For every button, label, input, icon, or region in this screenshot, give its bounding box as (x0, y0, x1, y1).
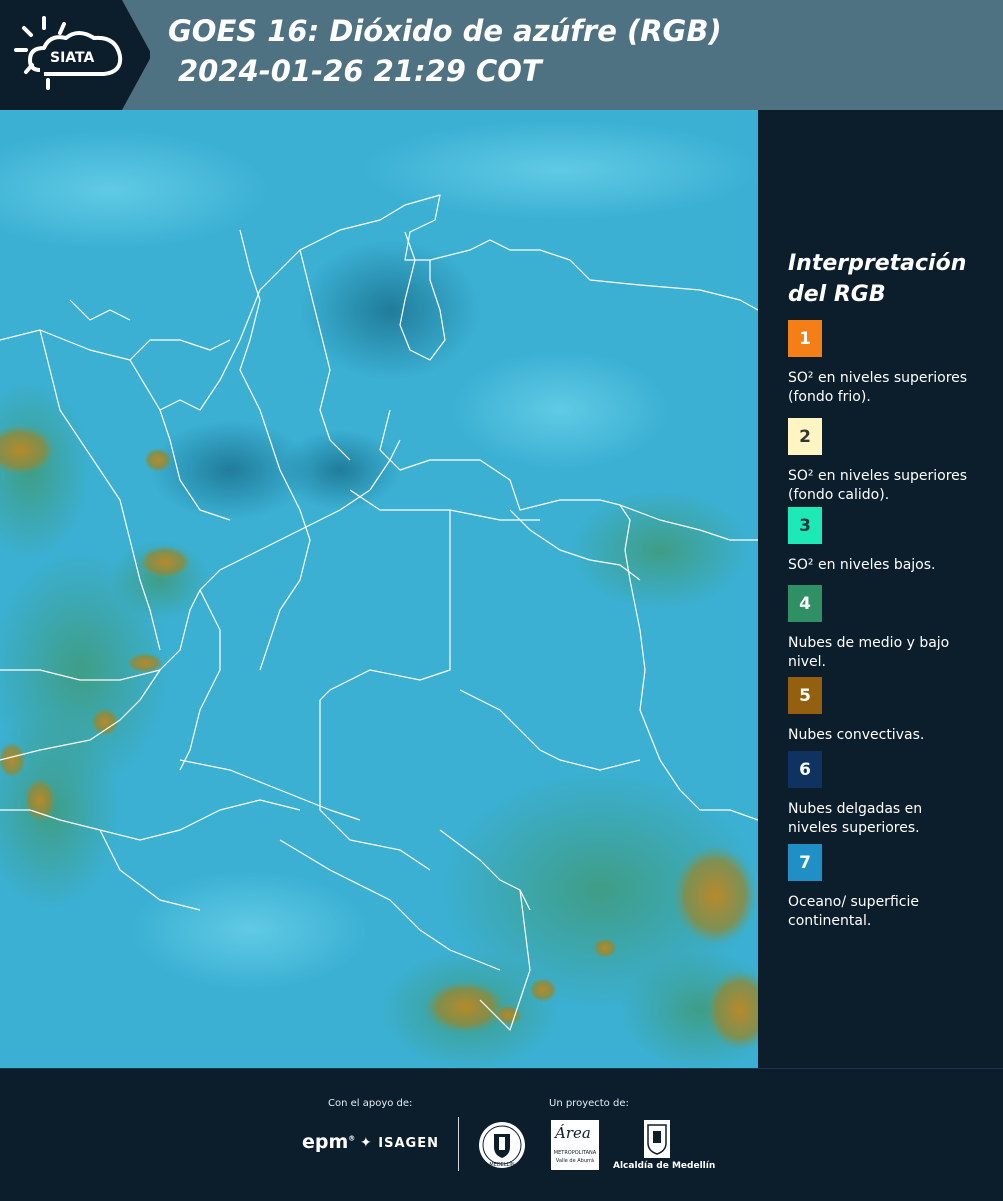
siata-logo-block: SIATA (0, 0, 150, 110)
legend-swatch: 2 (788, 418, 822, 455)
epm-logo: epm® (302, 1131, 356, 1153)
legend-panel: Interpretación del RGB 1 SO² en niveles s… (758, 110, 1003, 1068)
alcaldia-label: Alcaldía de Medellín (613, 1161, 716, 1171)
legend-label: SO² en niveles superiores (fondo frio). (788, 370, 968, 405)
legend-swatch: 4 (788, 585, 822, 622)
footer: Con el apoyo de: Un proyecto de: epm® ✦ … (0, 1068, 1003, 1201)
legend-item: 4 Nubes de medio y bajo nivel. (788, 585, 988, 672)
legend-swatch: 3 (788, 507, 822, 544)
page-timestamp: 2024-01-26 21:29 COT (178, 54, 542, 88)
legend-label: Nubes convectivas. (788, 727, 925, 743)
medellin-seal-icon: MEDELLÍN (479, 1122, 525, 1168)
legend-label: SO² en niveles superiores (fondo calido)… (788, 468, 968, 503)
area-logo-sub1: METROPOLITANA (553, 1150, 597, 1156)
legend-label: SO² en niveles bajos. (788, 557, 936, 573)
legend-swatch: 5 (788, 677, 822, 714)
page-title: GOES 16: Dióxido de azúfre (RGB) (168, 14, 722, 48)
legend-title-line2: del RGB (788, 282, 886, 307)
area-logo-text: Área (555, 1124, 591, 1142)
legend-label: Oceano/ superficie continental. (788, 894, 919, 929)
isagen-star-icon: ✦ (360, 1135, 373, 1151)
legend-item: 3 SO² en niveles bajos. (788, 507, 988, 575)
footer-divider (458, 1117, 459, 1171)
legend-item: 1 SO² en niveles superiores (fondo frio). (788, 320, 988, 407)
legend-label: Nubes delgadas en niveles superiores. (788, 801, 923, 836)
epm-logo-text: epm (302, 1131, 349, 1153)
alcaldia-shield-icon (644, 1120, 670, 1158)
project-label: Un proyecto de: (549, 1098, 629, 1109)
area-metropolitana-logo: Área METROPOLITANA Valle de Aburrá (551, 1120, 599, 1170)
legend-title-line1: Interpretación (788, 251, 967, 276)
legend-item: 6 Nubes delgadas en niveles superiores. (788, 751, 988, 838)
legend-swatch: 6 (788, 751, 822, 788)
isagen-logo-text: ISAGEN (378, 1136, 439, 1151)
support-label: Con el apoyo de: (328, 1098, 413, 1109)
legend-swatch: 7 (788, 844, 822, 881)
legend-item: 2 SO² en niveles superiores (fondo calido… (788, 418, 988, 505)
header-bar: SIATA GOES 16: Dióxido de azúfre (RGB) 2… (0, 0, 1003, 110)
legend-item: 5 Nubes convectivas. (788, 677, 988, 745)
legend-title: Interpretación del RGB (788, 248, 988, 310)
legend-swatch: 1 (788, 320, 822, 357)
isagen-logo: ✦ ISAGEN (360, 1135, 439, 1151)
satellite-map (0, 110, 758, 1068)
legend-label: Nubes de medio y bajo nivel. (788, 635, 950, 670)
legend-item: 7 Oceano/ superficie continental. (788, 844, 988, 931)
siata-logo-text: SIATA (50, 50, 95, 66)
medellin-seal-text: MEDELLÍN (489, 1161, 515, 1168)
area-logo-sub2: Valle de Aburrá (555, 1158, 595, 1164)
